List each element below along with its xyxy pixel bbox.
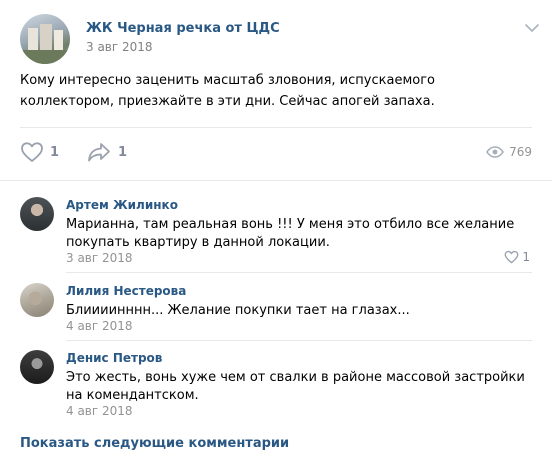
views-count: 769 — [509, 145, 532, 159]
divider — [66, 272, 532, 273]
like-button[interactable]: 1 — [20, 137, 59, 167]
chevron-down-icon[interactable] — [524, 22, 540, 34]
share-count: 1 — [118, 144, 128, 160]
comment-author-link[interactable]: Артем Жилинко — [66, 198, 178, 212]
comment-text: Это жесть, вонь хуже чем от свалки в рай… — [66, 370, 525, 403]
comment-date[interactable]: 3 авг 2018 — [66, 251, 133, 265]
post-date[interactable]: 3 авг 2018 — [86, 40, 153, 54]
wall-post-card: ЖК Черная речка от ЦДС 3 авг 2018 Кому и… — [0, 0, 552, 463]
comment-author-link[interactable]: Лилия Нестерова — [66, 284, 186, 298]
comment-like-button[interactable]: 1 — [504, 250, 530, 264]
comment-item: Денис Петров Это жесть, вонь хуже чем от… — [20, 350, 532, 420]
heart-icon — [21, 142, 43, 162]
comment-like-count: 1 — [522, 250, 530, 264]
post-text: Кому интересно заценить масштаб зловония… — [20, 73, 435, 109]
post-actions: 1 1 769 — [20, 137, 532, 167]
comment-author-link[interactable]: Денис Петров — [66, 351, 162, 365]
comment-text: Блиииинннн... Желание покупки тает на гл… — [66, 303, 410, 318]
show-more-comments-link[interactable]: Показать следующие комментарии — [20, 436, 289, 451]
eye-icon — [486, 146, 504, 158]
share-button[interactable]: 1 — [86, 137, 127, 167]
avatar[interactable] — [20, 197, 54, 231]
like-count: 1 — [50, 144, 60, 160]
comment-item: Артем Жилинко Марианна, там реальная вон… — [20, 197, 532, 267]
comment-date[interactable]: 4 авг 2018 — [66, 404, 133, 418]
views-counter: 769 — [486, 137, 532, 167]
avatar[interactable] — [20, 350, 54, 384]
share-arrow-icon — [88, 143, 110, 162]
divider — [66, 340, 532, 341]
post-header: ЖК Черная речка от ЦДС 3 авг 2018 — [20, 14, 540, 64]
group-avatar[interactable] — [20, 14, 70, 64]
heart-icon — [504, 250, 519, 264]
group-name-link[interactable]: ЖК Черная речка от ЦДС — [86, 21, 280, 36]
avatar[interactable] — [20, 283, 54, 317]
comment-text: Марианна, там реальная вонь !!! У меня э… — [66, 217, 515, 250]
divider — [0, 180, 552, 181]
comment-date[interactable]: 4 авг 2018 — [66, 319, 133, 333]
divider — [20, 127, 532, 128]
comment-item: Лилия Нестерова Блиииинннн... Желание по… — [20, 283, 532, 335]
